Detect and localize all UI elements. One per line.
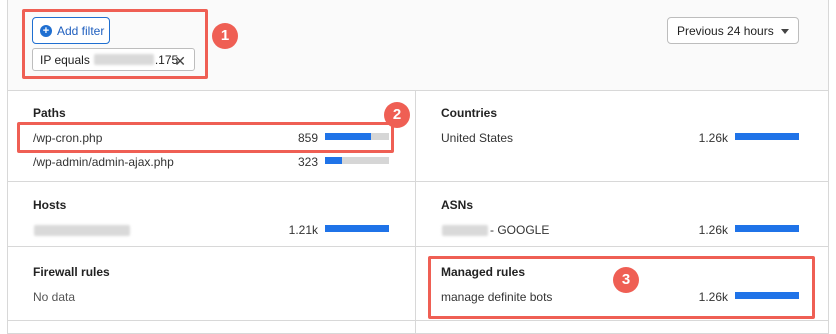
countries-row-bar xyxy=(735,133,799,140)
bar-fill xyxy=(735,133,799,140)
asns-title: ASNs xyxy=(441,198,474,212)
callout-badge-1: 1 xyxy=(212,23,238,49)
countries-row-value: 1.26k xyxy=(698,131,728,145)
spacer xyxy=(8,80,828,91)
redacted-host xyxy=(34,225,130,236)
paths-row-bar xyxy=(325,157,389,164)
grid-divider-vertical xyxy=(415,90,416,334)
time-range-value: Previous 24 hours xyxy=(677,23,774,38)
firewall-title: Firewall rules xyxy=(33,265,110,279)
asns-row-label[interactable]: - GOOGLE xyxy=(490,223,549,237)
bar-fill xyxy=(325,225,389,232)
grid-divider-row2 xyxy=(8,246,828,247)
redacted-asn xyxy=(442,225,488,236)
hosts-title: Hosts xyxy=(33,198,67,212)
paths-row-label[interactable]: /wp-admin/admin-ajax.php xyxy=(33,155,174,169)
countries-title: Countries xyxy=(441,106,498,120)
callout-badge-2: 2 xyxy=(384,102,410,128)
hosts-row-bar xyxy=(325,225,389,232)
callout-box-1 xyxy=(22,9,208,79)
bar-fill xyxy=(735,225,799,232)
paths-title: Paths xyxy=(33,106,66,120)
time-range-select[interactable]: Previous 24 hours xyxy=(667,17,799,44)
asns-row-value: 1.26k xyxy=(698,223,728,237)
hosts-row-value: 1.21k xyxy=(288,223,318,237)
callout-box-2 xyxy=(17,122,394,153)
paths-row-value: 323 xyxy=(297,155,318,169)
asns-row-bar xyxy=(735,225,799,232)
countries-row-label[interactable]: United States xyxy=(441,131,513,145)
bar-fill xyxy=(325,157,343,164)
firewall-empty-text: No data xyxy=(33,290,76,304)
grid-divider-row3 xyxy=(8,320,828,321)
chevron-down-icon xyxy=(781,29,789,34)
callout-badge-3: 3 xyxy=(613,267,639,293)
grid-divider-row1 xyxy=(8,181,828,182)
